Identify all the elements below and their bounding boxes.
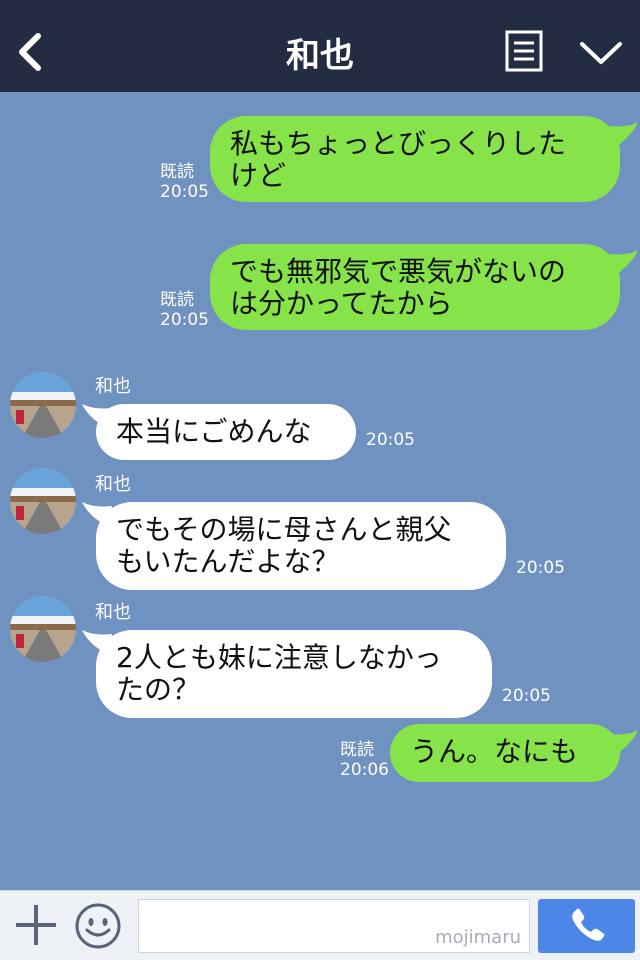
message-time: 20:05 <box>366 430 415 450</box>
read-receipt: 既読 <box>160 162 194 182</box>
chat-header: 和也 <box>0 0 640 92</box>
their-message-bubble[interactable]: でもその場に母さんと親父 もいたんだよな？ <box>96 502 506 590</box>
emoji-button[interactable] <box>74 902 122 950</box>
input-bar: mojimaru <box>0 890 640 960</box>
message-row: 既読 20:05 私もちょっとびっくりした けど <box>0 116 640 204</box>
message-input[interactable]: mojimaru <box>138 899 530 953</box>
chat-title: 和也 <box>286 36 354 76</box>
sender-name: 和也 <box>95 474 131 495</box>
call-button[interactable] <box>538 899 635 953</box>
avatar[interactable] <box>10 372 76 438</box>
note-button[interactable] <box>505 30 543 74</box>
bubble-tail <box>608 250 638 276</box>
message-time: 20:05 <box>160 310 209 330</box>
message-row: 和也 本当にごめんな 20:05 <box>0 370 640 462</box>
sender-name: 和也 <box>95 376 131 397</box>
message-row: 和也 2人とも妹に注意しなかっ たの？ 20:05 <box>0 596 640 720</box>
avatar[interactable] <box>10 468 76 534</box>
message-meta: 既読 20:05 <box>160 290 209 330</box>
message-time: 20:05 <box>502 686 551 706</box>
sender-name: 和也 <box>95 602 131 623</box>
message-time: 20:05 <box>516 558 565 578</box>
bubble-tail <box>608 730 638 756</box>
chevron-down-icon <box>580 42 622 64</box>
message-row: 既読 20:05 でも無邪気で悪気がないの は分かってたから <box>0 244 640 332</box>
their-message-bubble[interactable]: 本当にごめんな <box>96 404 356 460</box>
watermark-text: mojimaru <box>435 927 521 948</box>
message-row: 既読 20:06 うん。なにも <box>0 724 640 784</box>
plus-button[interactable] <box>14 903 58 947</box>
message-time: 20:06 <box>340 760 389 780</box>
plus-icon <box>16 905 56 945</box>
bubble-tail <box>608 122 638 148</box>
my-message-bubble[interactable]: 私もちょっとびっくりした けど <box>210 116 620 202</box>
message-meta: 既読 20:06 <box>340 740 389 780</box>
read-receipt: 既読 <box>340 740 374 760</box>
read-receipt: 既読 <box>160 290 194 310</box>
message-row: 和也 でもその場に母さんと親父 もいたんだよな？ 20:05 <box>0 468 640 592</box>
avatar[interactable] <box>10 596 76 662</box>
my-message-bubble[interactable]: うん。なにも <box>390 724 620 782</box>
menu-button[interactable] <box>578 38 624 68</box>
smiley-icon <box>75 903 121 949</box>
road-photo-icon <box>10 468 76 534</box>
note-icon <box>505 30 543 72</box>
road-photo-icon <box>10 372 76 438</box>
their-message-bubble[interactable]: 2人とも妹に注意しなかっ たの？ <box>96 630 492 718</box>
message-time: 20:05 <box>160 182 209 202</box>
road-photo-icon <box>10 596 76 662</box>
message-meta: 既読 20:05 <box>160 162 209 202</box>
phone-icon <box>572 908 605 941</box>
my-message-bubble[interactable]: でも無邪気で悪気がないの は分かってたから <box>210 244 620 330</box>
